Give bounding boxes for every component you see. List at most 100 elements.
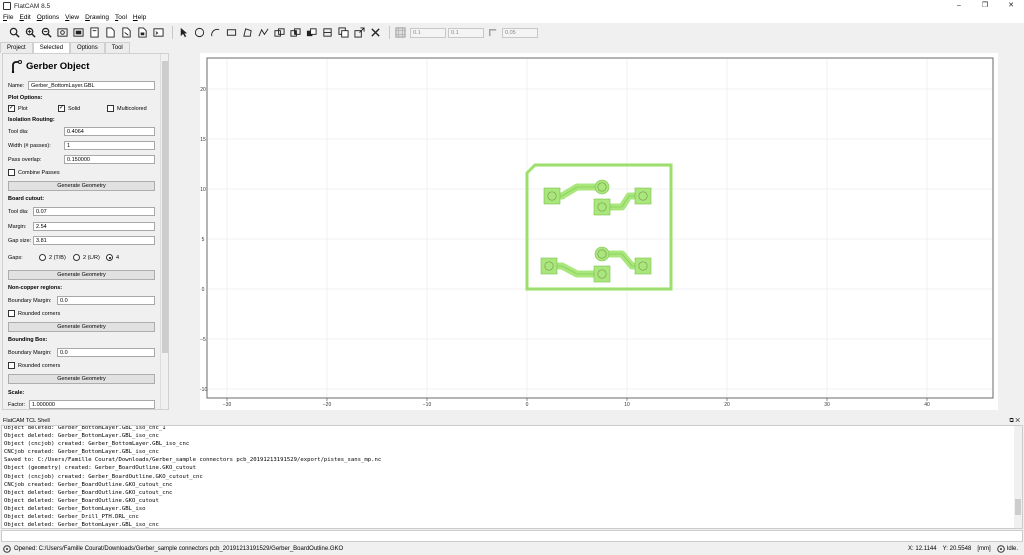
shell-command-input[interactable] (1, 530, 1023, 542)
rounded-corners-checkbox[interactable] (8, 310, 15, 317)
shell-scrollbar[interactable] (1014, 426, 1022, 528)
add-rectangle-icon[interactable] (225, 26, 238, 39)
pass-overlap-label: Pass overlap: (8, 157, 42, 163)
zoom-in-icon[interactable] (24, 26, 37, 39)
x-axis-ticks: −30 −20 −10 0 10 20 30 40 (223, 398, 930, 408)
object-name-field[interactable]: Gerber_BottomLayer.GBL (28, 81, 155, 90)
pass-overlap-input[interactable]: 0.150000 (64, 155, 155, 164)
edit-geometry-icon[interactable] (136, 26, 149, 39)
move-shape-icon[interactable] (353, 26, 366, 39)
grid-y-input[interactable]: 0.1 (448, 27, 484, 38)
generate-geometry-cutout-button[interactable]: Generate Geometry (8, 270, 155, 280)
snap-distance-input[interactable]: 0.05 (502, 27, 538, 38)
pad-top-left-hole (547, 191, 557, 201)
close-button[interactable]: ✕ (998, 0, 1024, 12)
y-tick-label: −10 (200, 387, 207, 393)
menu-edit[interactable]: Edit (20, 14, 31, 21)
x-tick-label: 10 (624, 402, 630, 408)
multicolored-label: Multicolored (117, 106, 147, 112)
clear-plot-icon[interactable] (56, 26, 69, 39)
combine-passes-checkbox[interactable] (8, 169, 15, 176)
scale-heading: Scale: (8, 390, 25, 396)
gaps-tb-radio[interactable] (39, 254, 46, 261)
plot-canvas[interactable]: −30 −20 −10 0 10 20 30 40 20 15 10 5 0 −5 −10 (199, 53, 998, 410)
zoom-fit-icon[interactable] (8, 26, 21, 39)
intersection-icon[interactable] (289, 26, 302, 39)
gaps-4-radio[interactable] (106, 254, 113, 261)
boundary-margin-input[interactable]: 0.0 (57, 296, 155, 305)
solid-checkbox[interactable]: ✓ (58, 105, 65, 112)
menu-tool[interactable]: Tool (115, 14, 127, 21)
menu-bar: File Edit Options View Drawing Tool Help (0, 12, 1024, 23)
add-polygon-icon[interactable] (241, 26, 254, 39)
menu-view[interactable]: View (65, 14, 79, 21)
gap-size-input[interactable]: 3.81 (33, 236, 155, 245)
y-tick-label: 5 (202, 237, 205, 243)
tab-tool[interactable]: Tool (104, 42, 130, 53)
tab-options[interactable]: Options (70, 42, 105, 53)
units-label: [mm] (977, 546, 991, 552)
cutout-tool-dia-input[interactable]: 0.07 (33, 207, 155, 216)
select-arrow-icon[interactable] (177, 26, 190, 39)
shell-title-bar: FlatCAM TCL Shell ⧉ ✕ (0, 417, 1024, 425)
scale-factor-input[interactable]: 1.000000 (29, 400, 155, 409)
title-bar: FlatCAM 8.5 – ❐ ✕ (0, 0, 1024, 12)
cutout-tool-dia-label: Tool dia: (8, 209, 29, 215)
maximize-button[interactable]: ❐ (972, 0, 998, 12)
add-arc-icon[interactable] (209, 26, 222, 39)
menu-drawing[interactable]: Drawing (85, 14, 109, 21)
multicolored-checkbox[interactable] (107, 105, 114, 112)
status-icon (3, 545, 11, 553)
cut-path-icon[interactable] (321, 26, 334, 39)
non-copper-heading: Non-copper regions: (8, 285, 63, 291)
tab-project[interactable]: Project (0, 42, 33, 53)
zoom-out-icon[interactable] (40, 26, 53, 39)
corner-snap-icon[interactable] (486, 26, 499, 39)
delete-object-icon[interactable] (120, 26, 133, 39)
grid-x-input[interactable]: 0.1 (410, 27, 446, 38)
menu-file[interactable]: File (3, 14, 14, 21)
tool-dia-input[interactable]: 0.4064 (64, 127, 155, 136)
plot-checkbox[interactable]: ✓ (8, 105, 15, 112)
status-bar: Opened: C:/Users/Famille Courat/Download… (0, 543, 1024, 555)
new-geometry-icon[interactable] (88, 26, 101, 39)
minimize-button[interactable]: – (946, 0, 972, 12)
gap-size-label: Gap size: (8, 238, 32, 244)
union-icon[interactable] (273, 26, 286, 39)
shell-title: FlatCAM TCL Shell (3, 418, 50, 424)
margin-input[interactable]: 2.54 (33, 222, 155, 231)
gaps-lr-radio[interactable] (73, 254, 80, 261)
add-path-icon[interactable] (257, 26, 270, 39)
name-label: Name: (8, 83, 25, 89)
grid-snap-icon[interactable] (394, 26, 407, 39)
menu-help[interactable]: Help (133, 14, 146, 21)
add-circle-icon[interactable] (193, 26, 206, 39)
shell-dock-icons[interactable]: ⧉ ✕ (1009, 417, 1020, 425)
tool-dia-label: Tool dia: (8, 129, 29, 135)
shell-line: Object (cncjob) created: Gerber_BoardOut… (4, 473, 203, 480)
subtract-icon[interactable] (305, 26, 318, 39)
bb-rounded-corners-checkbox[interactable] (8, 362, 15, 369)
width-passes-input[interactable]: 1 (64, 141, 155, 150)
shell-icon[interactable] (152, 26, 165, 39)
generate-geometry-bbox-button[interactable]: Generate Geometry (8, 374, 155, 384)
copy-shape-icon[interactable] (337, 26, 350, 39)
generate-geometry-noncopper-button[interactable]: Generate Geometry (8, 322, 155, 332)
panel-title: Gerber Object (26, 61, 90, 72)
bb-margin-input[interactable]: 0.0 (57, 348, 155, 357)
shell-line: Object deleted: Gerber_BottomLayer.GBL_i… (4, 425, 166, 431)
tab-selected[interactable]: Selected (32, 42, 71, 53)
bb-margin-label: Boundary Margin: (8, 350, 52, 356)
status-state: Idle. (1006, 546, 1018, 552)
panel-scrollbar[interactable] (160, 54, 168, 409)
shell-line: Saved to: C:/Users/Famille Courat/Downlo… (4, 457, 382, 464)
delete-shape-icon[interactable] (369, 26, 382, 39)
open-file-icon[interactable] (104, 26, 117, 39)
plot-svg[interactable]: −30 −20 −10 0 10 20 30 40 20 15 10 5 0 −5 −10 (199, 53, 998, 410)
tcl-shell-output[interactable]: Object deleted: Gerber_BottomLayer.GBL_i… (1, 425, 1023, 529)
shell-line: CNCjob created: Gerber_BoardOutline.GKO_… (4, 481, 173, 488)
generate-geometry-isolation-button[interactable]: Generate Geometry (8, 181, 155, 191)
pad-top-right-hole (638, 191, 648, 201)
replot-icon[interactable] (72, 26, 85, 39)
menu-options[interactable]: Options (37, 14, 59, 21)
